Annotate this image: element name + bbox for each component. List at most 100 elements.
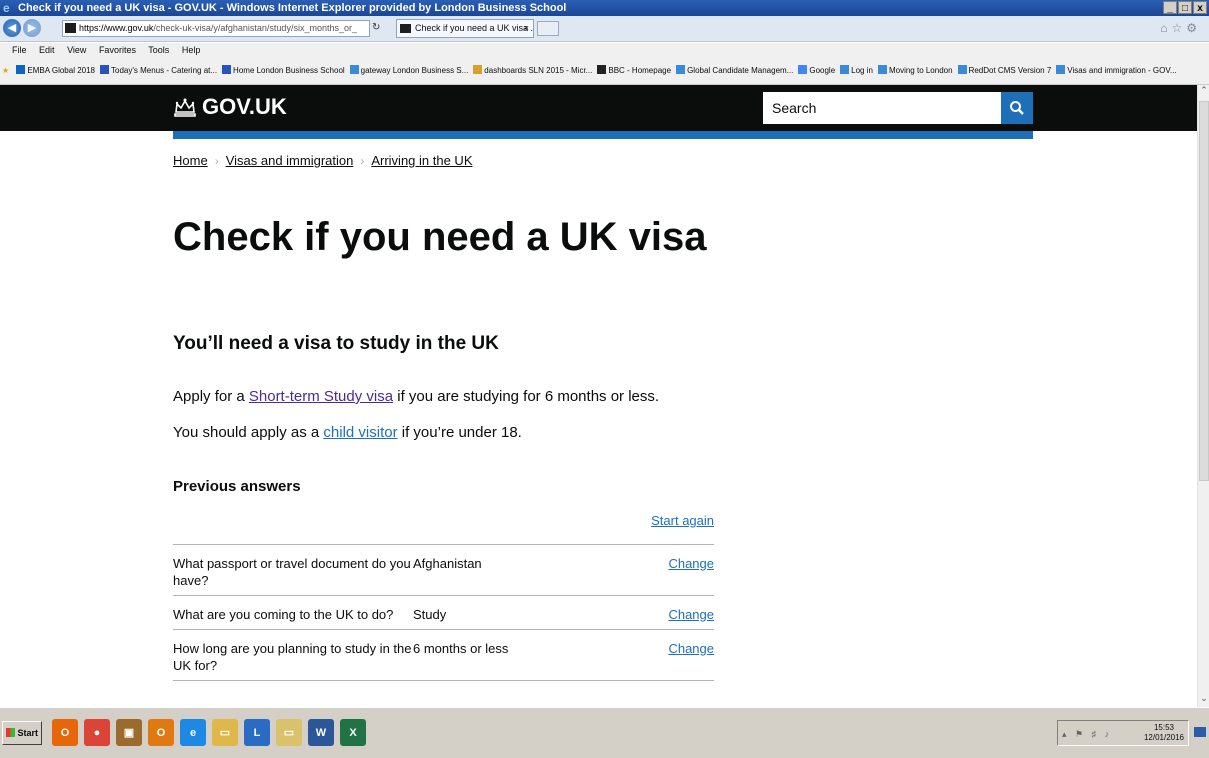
favorite-item[interactable]: dashboards SLN 2015 - Micr... [473, 57, 592, 84]
tray-icons[interactable]: ▴ ⚑ ♯ ♪ [1062, 729, 1112, 740]
new-tab-button[interactable] [537, 21, 559, 36]
favorite-item[interactable]: Today's Menus - Catering at... [100, 57, 217, 84]
address-row: ◀ ▶ https://www.gov.uk/check-uk-visa/y/a… [0, 16, 1209, 42]
folder-icon[interactable]: ▭ [212, 719, 238, 746]
show-desktop-icon[interactable] [1194, 727, 1206, 737]
page-viewport: GOV.UK Home › Visas and immigration › Ar… [0, 85, 1197, 707]
address-bar[interactable]: https://www.gov.uk/check-uk-visa/y/afgha… [62, 20, 370, 37]
change-passport-link[interactable]: Change [668, 556, 714, 571]
favorite-item[interactable]: BBC - Homepage [597, 57, 671, 84]
close-button[interactable]: x [1193, 1, 1207, 14]
favorite-item[interactable]: Log in [840, 57, 873, 84]
favorite-item[interactable]: Home London Business School [222, 57, 345, 84]
browser-right-icons: ⌂☆⚙ [1160, 21, 1201, 35]
favorite-item[interactable]: gateway London Business S... [349, 57, 468, 84]
page-title: Check if you need a UK visa [173, 215, 707, 259]
favorite-item[interactable]: Moving to London [877, 57, 953, 84]
govuk-logo-text: GOV.UK [202, 94, 287, 119]
home-icon[interactable]: ⌂ [1160, 21, 1171, 35]
windows-flag-icon [6, 728, 15, 737]
favorite-page-icon [798, 65, 808, 74]
windows-taskbar: Start O ● ▣ Oe ▭ L ▭ W X ▴ ⚑ ♯ ♪ 15:53 12/01/201… [0, 707, 1209, 758]
favorites-star-icon[interactable]: ★ [2, 57, 9, 84]
menu-bar: File Edit View Favorites Tools Help [0, 43, 1209, 57]
breadcrumb-visas[interactable]: Visas and immigration [226, 153, 354, 168]
excel-icon[interactable]: X [340, 719, 366, 746]
answer-value: 6 months or less [413, 641, 509, 656]
result-heading: You’ll need a visa to study in the UK [173, 333, 499, 354]
short-term-study-paragraph: Apply for a Short-term Study visa if you… [173, 388, 660, 405]
window-title: Check if you need a UK visa - GOV.UK - W… [18, 2, 567, 14]
maximize-button[interactable]: □ [1178, 1, 1192, 14]
menu-file[interactable]: File [12, 45, 27, 55]
taskbar-apps: O ● ▣ Oe ▭ L ▭ W X [52, 719, 366, 746]
tab-favicon [400, 24, 411, 33]
browser-tab[interactable]: Check if you need a UK visa ... × [396, 19, 534, 38]
header-blue-bar [173, 131, 1033, 139]
refresh-icon[interactable]: ↻ [372, 22, 380, 33]
chrome-icon[interactable]: ● [84, 719, 110, 746]
short-term-study-visa-link[interactable]: Short-term Study visa [249, 388, 393, 405]
scroll-down-icon[interactable]: ⌄ [1198, 693, 1209, 707]
favorites-bar: ★ EMBA Global 2018 Today's Menus - Cateri… [0, 57, 1209, 85]
menu-view[interactable]: View [67, 45, 86, 55]
govuk-logo[interactable]: GOV.UK [173, 93, 287, 121]
page-scrollbar[interactable]: ⌃ ⌄ [1197, 85, 1209, 707]
scrollbar-thumb[interactable] [1199, 101, 1209, 481]
breadcrumb-arriving[interactable]: Arriving in the UK [371, 153, 472, 168]
system-tray: ▴ ⚑ ♯ ♪ 15:53 12/01/2016 [1057, 720, 1189, 746]
answer-row: What passport or travel document do you … [173, 545, 714, 596]
favorite-page-icon [473, 65, 483, 74]
lync-icon[interactable]: L [244, 719, 270, 746]
window-controls: _ □ x [1163, 1, 1207, 14]
settings-gear-icon[interactable]: ⚙ [1186, 21, 1201, 35]
favorite-item[interactable]: RedDot CMS Version 7 [957, 57, 1051, 84]
answer-row: How long are you planning to study in th… [173, 630, 714, 681]
child-visitor-paragraph: You should apply as a child visitor if y… [173, 424, 522, 441]
breadcrumb-home[interactable]: Home [173, 153, 208, 168]
menu-tools[interactable]: Tools [148, 45, 169, 55]
word-icon[interactable]: W [308, 719, 334, 746]
onenote-icon[interactable]: O [148, 719, 174, 746]
favorite-item[interactable]: Visas and immigration - GOV... [1056, 57, 1177, 84]
child-visitor-link[interactable]: child visitor [323, 424, 397, 441]
favorite-item[interactable]: Google [798, 57, 835, 84]
favorite-page-icon [100, 65, 110, 74]
search-button[interactable] [1001, 92, 1033, 124]
menu-edit[interactable]: Edit [39, 45, 55, 55]
search-input[interactable] [763, 92, 1001, 124]
minimize-button[interactable]: _ [1163, 1, 1177, 14]
search-icon [1010, 101, 1024, 115]
start-button[interactable]: Start [2, 721, 42, 745]
gift-icon[interactable]: ▣ [116, 719, 142, 746]
favorites-star-icon[interactable]: ☆ [1171, 21, 1186, 35]
change-duration-link[interactable]: Change [668, 641, 714, 656]
favorite-page-icon [597, 65, 607, 74]
change-purpose-link[interactable]: Change [668, 607, 714, 622]
folder-2-icon[interactable]: ▭ [276, 719, 302, 746]
outlook-icon[interactable]: O [52, 719, 78, 746]
site-search [763, 92, 1033, 124]
breadcrumb: Home › Visas and immigration › Arriving … [173, 153, 473, 168]
govuk-header: GOV.UK [0, 85, 1197, 131]
scroll-up-icon[interactable]: ⌃ [1198, 85, 1209, 99]
tab-close-icon[interactable]: × [524, 20, 529, 37]
clock[interactable]: 15:53 12/01/2016 [1144, 723, 1184, 743]
favorite-item[interactable]: EMBA Global 2018 [16, 57, 95, 84]
internet-explorer-icon[interactable]: e [180, 719, 206, 746]
back-button[interactable]: ◀ [3, 19, 21, 37]
answer-question: What are you coming to the UK to do? [173, 607, 394, 622]
govuk-favicon [65, 23, 76, 33]
answer-value: Study [413, 607, 447, 622]
start-again-row: Start again [173, 505, 714, 545]
start-again-link[interactable]: Start again [651, 513, 714, 528]
favorite-item[interactable]: Global Candidate Managem... [676, 57, 793, 84]
ie-icon: e [3, 1, 10, 15]
answer-question: How long are you planning to study in th… [173, 641, 412, 673]
favorite-page-icon [16, 65, 26, 74]
menu-help[interactable]: Help [182, 45, 201, 55]
forward-button[interactable]: ▶ [23, 19, 41, 37]
menu-favorites[interactable]: Favorites [99, 45, 136, 55]
address-tools: ↻ [372, 22, 380, 33]
favorite-page-icon [349, 65, 359, 74]
